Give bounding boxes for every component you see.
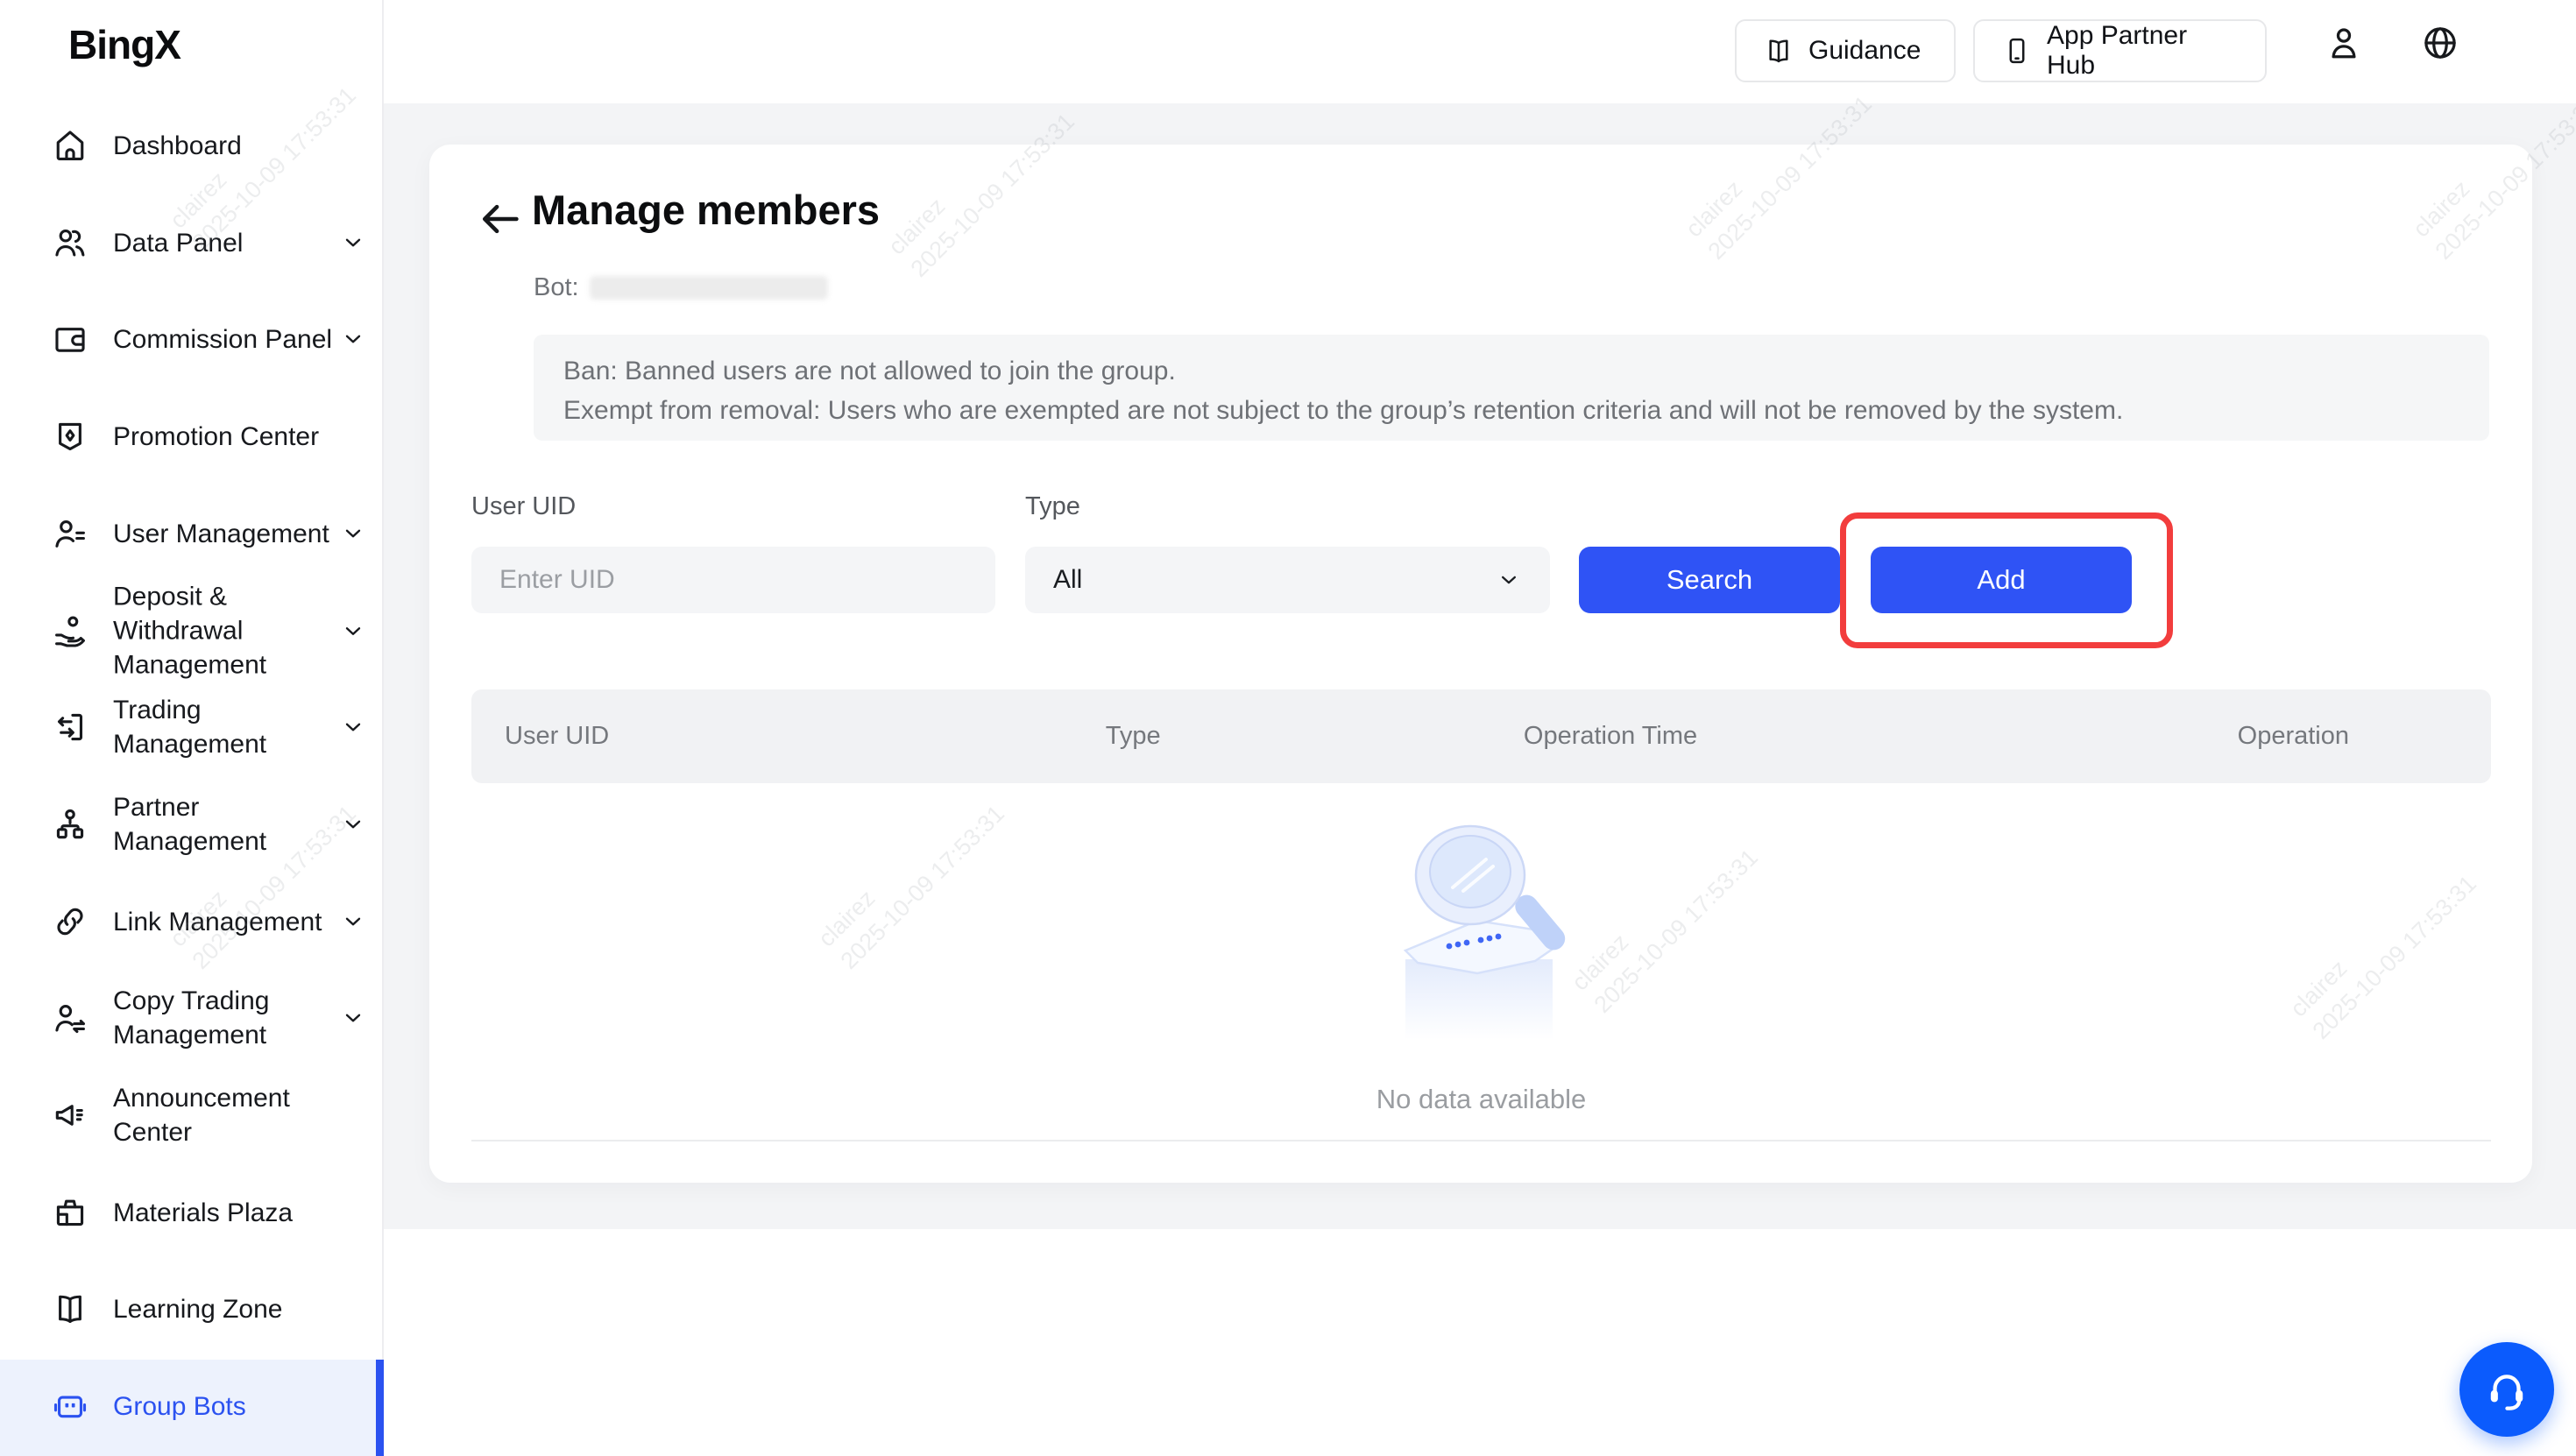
table-header-row: User UID Type Operation Time Operation (471, 689, 2491, 783)
sidebar-item-link-management[interactable]: Link Management (50, 901, 365, 942)
sidebar-item-materials-plaza[interactable]: Materials Plaza (50, 1192, 365, 1233)
active-item-indicator (376, 1360, 384, 1456)
chevron-down-icon (341, 1006, 365, 1030)
column-header-type: Type (1106, 722, 1524, 751)
org-chart-icon (50, 804, 90, 845)
chevron-down-icon (1496, 567, 1522, 593)
app-window: clairez2025-10-09 17:53:31 clairez2025-1… (0, 0, 2576, 1456)
bot-info-row: Bot: (534, 273, 828, 302)
add-button[interactable]: Add (1871, 547, 2132, 613)
chevron-down-icon (341, 812, 365, 837)
users-icon (50, 223, 90, 263)
guidance-label: Guidance (1808, 36, 1921, 66)
chevron-down-icon (341, 618, 365, 643)
user-uid-label: User UID (471, 492, 576, 521)
wallet-icon (50, 319, 90, 359)
sidebar-item-partner-management[interactable]: Partner Management (50, 790, 365, 859)
sidebar-item-commission-panel[interactable]: Commission Panel (50, 319, 365, 359)
sidebar-item-announcement-center[interactable]: Announcement Center (50, 1081, 365, 1149)
chevron-down-icon (341, 909, 365, 934)
open-book-icon (50, 1289, 90, 1329)
headset-icon (2483, 1366, 2530, 1413)
search-button[interactable]: Search (1579, 547, 1840, 613)
column-header-operation: Operation (2089, 722, 2491, 751)
back-arrow-icon[interactable] (478, 196, 523, 242)
hand-coin-icon (50, 611, 90, 651)
transfer-arrows-icon (50, 707, 90, 747)
page-title: Manage members (532, 186, 880, 234)
bot-name-redacted (590, 276, 828, 300)
rules-notice: Ban: Banned users are not allowed to joi… (534, 335, 2489, 441)
type-select-value: All (1053, 565, 1082, 595)
link-icon (50, 901, 90, 942)
user-arrows-icon (50, 998, 90, 1038)
globe-icon[interactable] (2420, 23, 2460, 63)
chevron-down-icon (341, 715, 365, 739)
notice-line-exempt: Exempt from removal: Users who are exemp… (563, 391, 2459, 430)
support-fab[interactable] (2459, 1342, 2554, 1437)
robot-icon (50, 1386, 90, 1426)
sidebar-item-group-bots[interactable]: Group Bots (50, 1386, 365, 1426)
sidebar-item-trading-management[interactable]: Trading Management (50, 693, 365, 761)
phone-icon (2001, 35, 2033, 67)
app-partner-hub-label: App Partner Hub (2047, 21, 2239, 81)
briefcase-icon (50, 1192, 90, 1233)
book-icon (1763, 35, 1794, 67)
home-icon (50, 125, 90, 166)
chevron-down-icon (341, 327, 365, 351)
sidebar-item-data-panel[interactable]: Data Panel (50, 223, 365, 263)
account-icon[interactable] (2324, 23, 2364, 63)
empty-state-text: No data available (471, 1084, 2491, 1115)
type-select[interactable]: All (1025, 547, 1550, 613)
column-header-operation-time: Operation Time (1524, 722, 2089, 751)
column-header-user-uid: User UID (471, 722, 1106, 751)
app-partner-hub-button[interactable]: App Partner Hub (1973, 19, 2267, 82)
sidebar-item-promotion-center[interactable]: Promotion Center (50, 416, 365, 456)
sidebar-item-learning-zone[interactable]: Learning Zone (50, 1289, 365, 1329)
bingx-logo: BingX (68, 21, 180, 68)
bot-label: Bot: (534, 273, 579, 302)
table-bottom-divider (471, 1140, 2491, 1141)
chevron-down-icon (341, 230, 365, 255)
notice-line-ban: Ban: Banned users are not allowed to joi… (563, 351, 2459, 391)
chevron-down-icon (341, 521, 365, 546)
sidebar-divider (382, 0, 384, 1456)
guidance-button[interactable]: Guidance (1735, 19, 1956, 82)
type-label: Type (1025, 492, 1080, 521)
no-data-illustration (1372, 810, 1589, 1045)
user-list-icon (50, 513, 90, 554)
sidebar-item-dashboard[interactable]: Dashboard (50, 125, 365, 166)
sidebar-item-copy-trading[interactable]: Copy Trading Management (50, 984, 365, 1052)
sidebar-item-user-management[interactable]: User Management (50, 513, 365, 554)
shield-badge-icon (50, 416, 90, 456)
megaphone-icon (50, 1095, 90, 1135)
sidebar-item-deposit-withdrawal[interactable]: Deposit & Withdrawal Management (50, 580, 365, 682)
user-uid-input[interactable] (471, 547, 995, 613)
